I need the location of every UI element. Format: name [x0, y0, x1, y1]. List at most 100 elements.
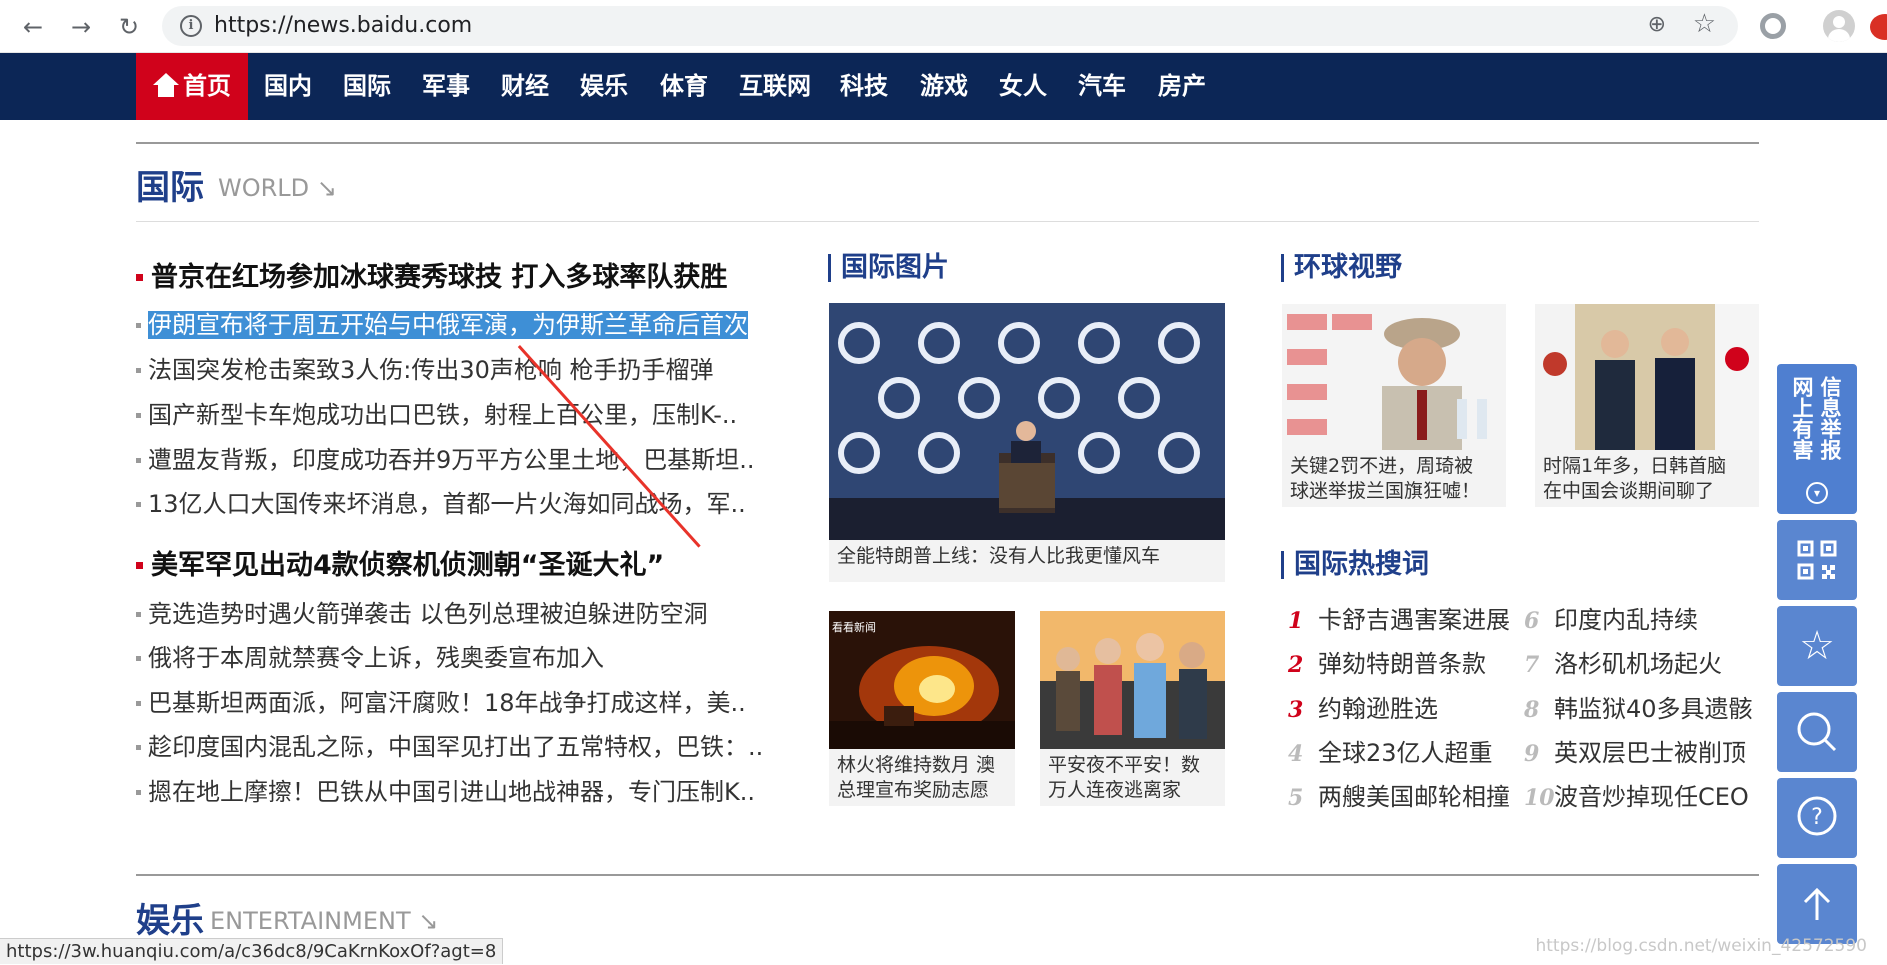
qrcode-icon [1797, 540, 1837, 580]
news-item[interactable]: 国产新型卡车炮成功出口巴铁，射程上百公里，压制K-.. [136, 395, 737, 430]
favorite-button[interactable]: ☆ [1777, 606, 1857, 686]
nav-item[interactable]: 体育 [660, 53, 708, 120]
extension-red-icon[interactable] [1870, 14, 1887, 40]
hot-item[interactable]: 8 韩监狱40多具遗骸 [1524, 689, 1753, 724]
main-photo[interactable] [829, 303, 1225, 540]
column-title-global-view[interactable]: 环球视野 [1281, 254, 1402, 282]
nav-item[interactable]: 国际 [343, 53, 391, 120]
news-item-text-selected[interactable]: 伊朗宣布将于周五开始与中俄军演，为伊斯兰革命后首次 [148, 311, 748, 339]
caption-line: 林火将维持数月 澳 [837, 754, 996, 776]
url-text[interactable]: https://news.baidu.com [214, 12, 472, 40]
reload-icon[interactable]: ↻ [112, 10, 146, 44]
nav-item[interactable]: 互联网 [739, 53, 811, 120]
photo-group[interactable] [1040, 611, 1225, 749]
hot-item[interactable]: 10波音炒掉现任CEO [1524, 777, 1749, 812]
section-title-world[interactable]: 国际 [136, 160, 204, 209]
help-button[interactable]: ? [1777, 778, 1857, 858]
section-subtitle-entertainment[interactable]: ENTERTAINMENT ↘ [210, 907, 438, 935]
hot-text[interactable]: 英双层巴士被削顶 [1554, 739, 1746, 767]
news-item-text[interactable]: 遭盟友背叛，印度成功吞并9万平方公里土地，巴基斯坦.. [148, 446, 755, 474]
browser-toolbar: ← → ↻ i https://news.baidu.com ⊕ ☆ [0, 0, 1887, 53]
hot-item[interactable]: 4 全球23亿人超重 [1288, 733, 1493, 768]
hot-text[interactable]: 两艘美国邮轮相撞 [1318, 783, 1510, 811]
hot-item[interactable]: 9 英双层巴士被削顶 [1524, 733, 1746, 768]
hot-text[interactable]: 约翰逊胜选 [1318, 695, 1438, 723]
bookmark-star-icon[interactable]: ☆ [1693, 9, 1716, 39]
news-item-text[interactable]: 俄将于本周就禁赛令上诉，残奥委宣布加入 [148, 644, 604, 672]
photo-caption[interactable]: 林火将维持数月 澳 总理宣布奖励志愿 [829, 749, 1015, 806]
photo-tag: 看看新闻 [832, 621, 876, 634]
zoom-icon[interactable]: ⊕ [1648, 12, 1666, 37]
column-title-hot-search[interactable]: 国际热搜词 [1281, 551, 1429, 579]
report-button[interactable]: 网上有害 信息举报 ▾ [1777, 364, 1857, 514]
caption-line: 平安夜不平安！数 [1048, 754, 1201, 776]
news-item[interactable]: 摁在地上摩擦！巴铁从中国引进山地战神器，专门压制K.. [136, 772, 755, 807]
search-button[interactable] [1777, 692, 1857, 772]
news-item-text[interactable]: 13亿人口大国传来坏消息，首都一片火海如同战场，军.. [148, 490, 746, 518]
news-item[interactable]: 遭盟友背叛，印度成功吞并9万平方公里土地，巴基斯坦.. [136, 440, 755, 475]
address-bar[interactable]: i https://news.baidu.com ⊕ ☆ [162, 6, 1738, 46]
hot-text[interactable]: 卡舒吉遇害案进展 [1318, 606, 1510, 634]
back-icon[interactable]: ← [16, 10, 50, 44]
forward-icon[interactable]: → [64, 10, 98, 44]
news-item-text[interactable]: 摁在地上摩擦！巴铁从中国引进山地战神器，专门压制K.. [148, 778, 755, 806]
extension-icon[interactable] [1760, 13, 1786, 39]
photo-caption[interactable]: 平安夜不平安！数 万人连夜逃离家 [1040, 749, 1225, 806]
headline-1[interactable]: 普京在红场参加冰球赛秀球技 打入多球率队获胜 [136, 255, 727, 294]
photo-fire[interactable]: 看看新闻 [829, 611, 1015, 749]
hot-rank: 4 [1288, 741, 1304, 767]
caption-line: 关键2罚不进，周琦被 [1290, 455, 1474, 477]
news-item-text[interactable]: 巴基斯坦两面派，阿富汗腐败！18年战争打成这样，美.. [148, 689, 746, 717]
news-item[interactable]: 伊朗宣布将于周五开始与中俄军演，为伊斯兰革命后首次 [136, 305, 748, 340]
hot-item[interactable]: 7 洛杉矶机场起火 [1524, 644, 1722, 679]
column-title-photos[interactable]: 国际图片 [828, 254, 949, 282]
hot-text[interactable]: 全球23亿人超重 [1318, 739, 1493, 767]
nav-item[interactable]: 科技 [840, 53, 888, 120]
hot-item[interactable]: 1 卡舒吉遇害案进展 [1288, 600, 1510, 635]
news-item[interactable]: 巴基斯坦两面派，阿富汗腐败！18年战争打成这样，美.. [136, 683, 746, 718]
section-title-entertainment[interactable]: 娱乐 [136, 893, 204, 942]
news-item[interactable]: 13亿人口大国传来坏消息，首都一片火海如同战场，军.. [136, 484, 746, 519]
photo-caption[interactable]: 关键2罚不进，周琦被 球迷举拔兰国旗狂嘘！ [1282, 450, 1506, 507]
headline-2[interactable]: 美军罕见出动4款侦察机侦测朝“圣诞大礼” [136, 543, 664, 582]
hot-text[interactable]: 印度内乱持续 [1554, 606, 1698, 634]
nav-item[interactable]: 国内 [264, 53, 312, 120]
main-photo-caption[interactable]: 全能特朗普上线：没有人比我更懂风车 [829, 540, 1225, 582]
news-item-text[interactable]: 法国突发枪击案致3人伤:传出30声枪响 枪手扔手榴弹 [148, 356, 714, 384]
photo-leaders[interactable] [1535, 304, 1759, 450]
nav-item[interactable]: 女人 [999, 53, 1047, 120]
news-item[interactable]: 法国突发枪击案致3人伤:传出30声枪响 枪手扔手榴弹 [136, 350, 714, 385]
nav-item[interactable]: 游戏 [920, 53, 968, 120]
hot-item[interactable]: 5 两艘美国邮轮相撞 [1288, 777, 1510, 812]
news-item[interactable]: 俄将于本周就禁赛令上诉，残奥委宣布加入 [136, 638, 604, 673]
profile-avatar-icon[interactable] [1823, 10, 1855, 42]
leaders-handshake-image [1535, 304, 1759, 450]
hot-item[interactable]: 3 约翰逊胜选 [1288, 689, 1438, 724]
section-subtitle-world[interactable]: WORLD ↘ [218, 174, 337, 202]
nav-item[interactable]: 汽车 [1078, 53, 1126, 120]
news-item[interactable]: 趁印度国内混乱之际，中国罕见打出了五常特权，巴铁：.. [136, 727, 763, 762]
qrcode-button[interactable] [1777, 520, 1857, 600]
nav-item[interactable]: 财经 [501, 53, 549, 120]
photo-caption[interactable]: 时隔1年多，日韩首脑 在中国会谈期间聊了 [1535, 450, 1759, 507]
hot-text[interactable]: 波音炒掉现任CEO [1554, 783, 1749, 811]
hot-text[interactable]: 韩监狱40多具遗骸 [1554, 695, 1753, 723]
hot-rank: 9 [1524, 741, 1540, 767]
hot-item[interactable]: 6 印度内乱持续 [1524, 600, 1698, 635]
site-info-icon[interactable]: i [180, 15, 202, 37]
photo-zhouqi[interactable] [1282, 304, 1506, 450]
news-item-text[interactable]: 国产新型卡车炮成功出口巴铁，射程上百公里，压制K-.. [148, 401, 737, 429]
hot-text[interactable]: 洛杉矶机场起火 [1554, 650, 1722, 678]
hot-text[interactable]: 弹劾特朗普条款 [1318, 650, 1486, 678]
nav-item[interactable]: 军事 [422, 53, 470, 120]
nav-item[interactable]: 房产 [1158, 53, 1206, 120]
home-icon [153, 73, 179, 97]
hot-rank: 8 [1524, 697, 1540, 723]
nav-home[interactable]: 首页 [136, 53, 248, 120]
hot-item[interactable]: 2 弹劾特朗普条款 [1288, 644, 1486, 679]
news-item-text[interactable]: 趁印度国内混乱之际，中国罕见打出了五常特权，巴铁：.. [148, 733, 763, 761]
back-to-top-button[interactable] [1777, 864, 1857, 944]
news-item[interactable]: 竞选造势时遇火箭弹袭击 以色列总理被迫躲进防空洞 [136, 594, 708, 629]
news-item-text[interactable]: 竞选造势时遇火箭弹袭击 以色列总理被迫躲进防空洞 [148, 600, 708, 628]
nav-item[interactable]: 娱乐 [580, 53, 628, 120]
